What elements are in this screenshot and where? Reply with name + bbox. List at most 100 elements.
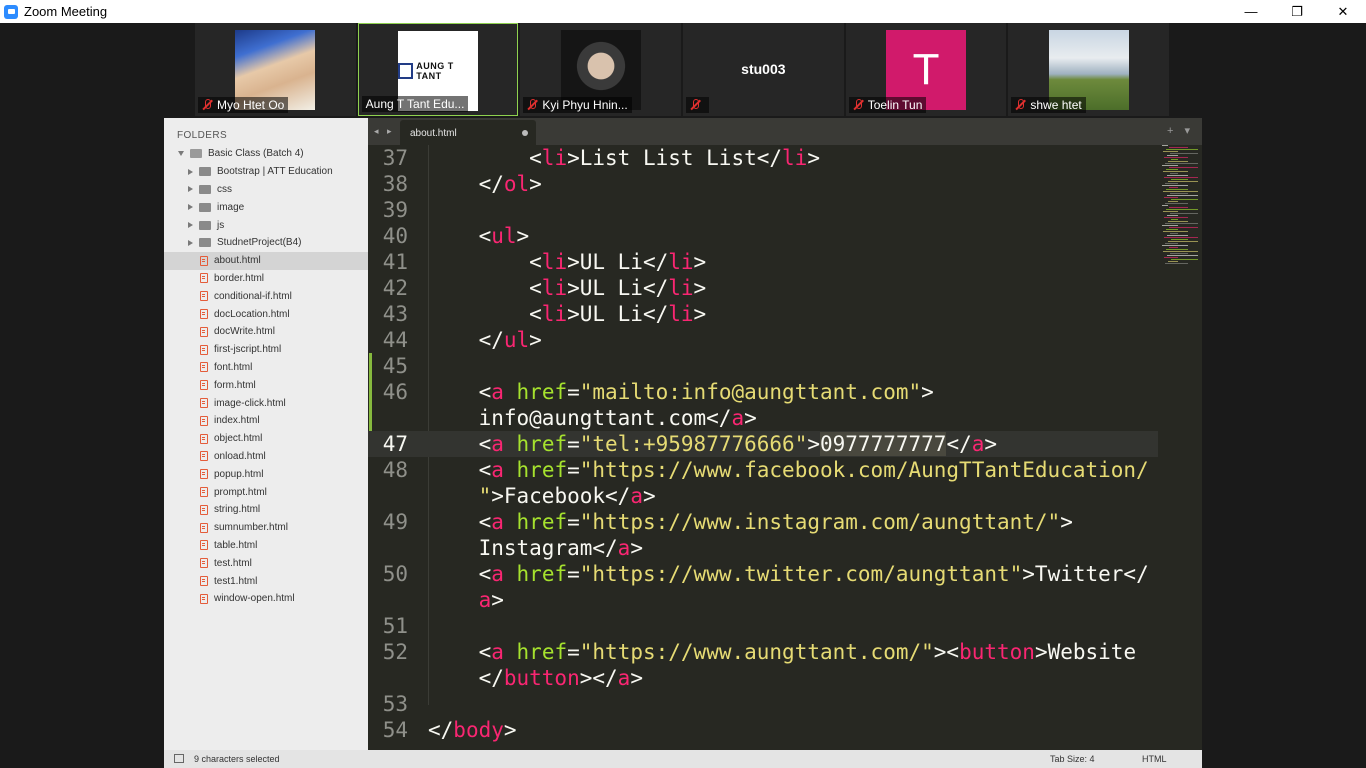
tree-file-label: index.html bbox=[214, 415, 260, 427]
tree-file-label: string.html bbox=[214, 504, 261, 516]
participant-tile[interactable]: Kyi Phyu Hnin... bbox=[520, 23, 682, 116]
minimap-line bbox=[1167, 175, 1188, 176]
html-file-icon bbox=[200, 344, 208, 355]
tab-about-html[interactable]: about.html bbox=[400, 120, 536, 145]
minimap-line bbox=[1165, 203, 1188, 204]
participant-tile[interactable]: shwe htet bbox=[1008, 23, 1170, 116]
line-number: 51 bbox=[382, 614, 408, 638]
chevron-right-icon bbox=[188, 168, 193, 175]
tree-file[interactable]: sumnumber.html bbox=[164, 519, 368, 537]
tab-nav-arrows[interactable]: ◂ ▸ bbox=[374, 126, 395, 137]
tree-file-label: font.html bbox=[214, 361, 253, 373]
html-file-icon bbox=[200, 362, 208, 373]
tree-file[interactable]: test1.html bbox=[164, 572, 368, 590]
participant-name: shwe htet bbox=[1030, 98, 1082, 112]
minimap-line bbox=[1167, 155, 1178, 156]
tree-file[interactable]: first-jscript.html bbox=[164, 341, 368, 359]
minimap-line bbox=[1163, 151, 1178, 152]
tree-file-label: window-open.html bbox=[214, 593, 295, 605]
minimap-line bbox=[1168, 181, 1198, 182]
minimize-button[interactable]: — bbox=[1228, 0, 1274, 23]
code-line: <a href="https://www.instagram.com/aungt… bbox=[428, 510, 1073, 534]
shared-screen-editor: FOLDERS Basic Class (Batch 4) Bootstrap … bbox=[164, 118, 1202, 768]
tab-size-indicator[interactable]: Tab Size: 4 bbox=[1050, 754, 1095, 764]
participant-tile[interactable]: stu003 bbox=[683, 23, 844, 116]
code-line-wrap: </button></a> bbox=[428, 666, 643, 690]
minimap-line bbox=[1171, 219, 1178, 220]
minimap-line bbox=[1168, 201, 1178, 202]
tree-root-folder[interactable]: Basic Class (Batch 4) bbox=[164, 145, 368, 163]
tree-file[interactable]: docLocation.html bbox=[164, 305, 368, 323]
code-line-wrap: a> bbox=[478, 588, 504, 612]
tree-file[interactable]: object.html bbox=[164, 430, 368, 448]
participant-name: stu003 bbox=[741, 61, 786, 77]
code-line: <li>UL Li</li> bbox=[428, 302, 707, 326]
tree-file[interactable]: table.html bbox=[164, 537, 368, 555]
html-file-icon bbox=[200, 504, 208, 515]
logo-mark-icon bbox=[398, 63, 414, 79]
line-number: 54 bbox=[382, 718, 408, 742]
minimap-line bbox=[1163, 211, 1178, 212]
minimap-line bbox=[1166, 169, 1178, 170]
minimap-line bbox=[1164, 177, 1198, 178]
panel-toggle-icon[interactable] bbox=[174, 754, 184, 763]
tree-file-label: docLocation.html bbox=[214, 308, 290, 320]
tree-file[interactable]: font.html bbox=[164, 359, 368, 377]
line-number: 52 bbox=[382, 640, 408, 664]
tree-folder-label: StudnetProject(B4) bbox=[217, 237, 302, 249]
restore-button[interactable]: ❐ bbox=[1274, 0, 1320, 23]
tree-file[interactable]: docWrite.html bbox=[164, 323, 368, 341]
tree-folder[interactable]: Bootstrap | ATT Education bbox=[164, 163, 368, 181]
tree-file[interactable]: prompt.html bbox=[164, 483, 368, 501]
tree-folder-label: image bbox=[217, 201, 245, 213]
line-number: 50 bbox=[382, 562, 408, 586]
minimap-line bbox=[1171, 239, 1188, 240]
tree-file[interactable]: form.html bbox=[164, 376, 368, 394]
tree-folder-label: Bootstrap | ATT Education bbox=[217, 166, 333, 178]
code-minimap[interactable] bbox=[1158, 145, 1202, 275]
minimap-line bbox=[1165, 223, 1198, 224]
code-line-wrap: info@aungttant.com</a> bbox=[428, 406, 757, 430]
tree-file-label: sumnumber.html bbox=[214, 522, 288, 534]
minimap-line bbox=[1169, 227, 1198, 228]
folder-icon bbox=[199, 167, 211, 177]
unsaved-dot-icon[interactable] bbox=[522, 130, 528, 136]
folder-open-icon bbox=[190, 149, 202, 159]
tree-file[interactable]: index.html bbox=[164, 412, 368, 430]
minimap-line bbox=[1164, 197, 1178, 198]
tree-file[interactable]: conditional-if.html bbox=[164, 287, 368, 305]
tree-folder[interactable]: image bbox=[164, 198, 368, 216]
folder-icon bbox=[199, 202, 211, 212]
tree-file[interactable]: popup.html bbox=[164, 465, 368, 483]
participant-tile[interactable]: T Toelin Tun bbox=[845, 23, 1007, 116]
minimap-line bbox=[1164, 217, 1188, 218]
tree-file[interactable]: string.html bbox=[164, 501, 368, 519]
minimap-line bbox=[1166, 229, 1178, 230]
tree-folder[interactable]: StudnetProject(B4) bbox=[164, 234, 368, 252]
tree-file[interactable]: onload.html bbox=[164, 448, 368, 466]
tree-file[interactable]: about.html bbox=[164, 251, 368, 270]
html-file-icon bbox=[200, 593, 208, 604]
syntax-indicator[interactable]: HTML bbox=[1142, 754, 1167, 764]
line-number: 46 bbox=[382, 380, 408, 404]
tab-add-menu[interactable]: + ▾ bbox=[1167, 124, 1194, 137]
close-button[interactable]: ✕ bbox=[1320, 0, 1366, 23]
minimap-line bbox=[1163, 251, 1198, 252]
minimap-line bbox=[1162, 225, 1178, 226]
tree-file[interactable]: window-open.html bbox=[164, 590, 368, 608]
tree-file[interactable]: image-click.html bbox=[164, 394, 368, 412]
code-view[interactable]: 37 <li>List List List</li> 38 </ol> 39 4… bbox=[368, 145, 1158, 750]
status-bar: 9 characters selected Tab Size: 4 HTML bbox=[164, 750, 1202, 768]
minimap-line bbox=[1169, 147, 1188, 148]
tree-file[interactable]: test.html bbox=[164, 554, 368, 572]
line-number: 47 bbox=[382, 432, 408, 456]
minimap-line bbox=[1167, 195, 1198, 196]
participant-tile[interactable]: Myo Htet Oo bbox=[195, 23, 356, 116]
minimap-line bbox=[1171, 159, 1178, 160]
tree-folder[interactable]: js bbox=[164, 216, 368, 234]
tree-folder[interactable]: css bbox=[164, 181, 368, 199]
tree-file[interactable]: border.html bbox=[164, 270, 368, 288]
participant-tile-active-speaker[interactable]: AUNG T TANT Aung T Tant Edu... bbox=[357, 23, 519, 116]
minimap-line bbox=[1168, 161, 1188, 162]
folder-icon bbox=[199, 220, 211, 230]
